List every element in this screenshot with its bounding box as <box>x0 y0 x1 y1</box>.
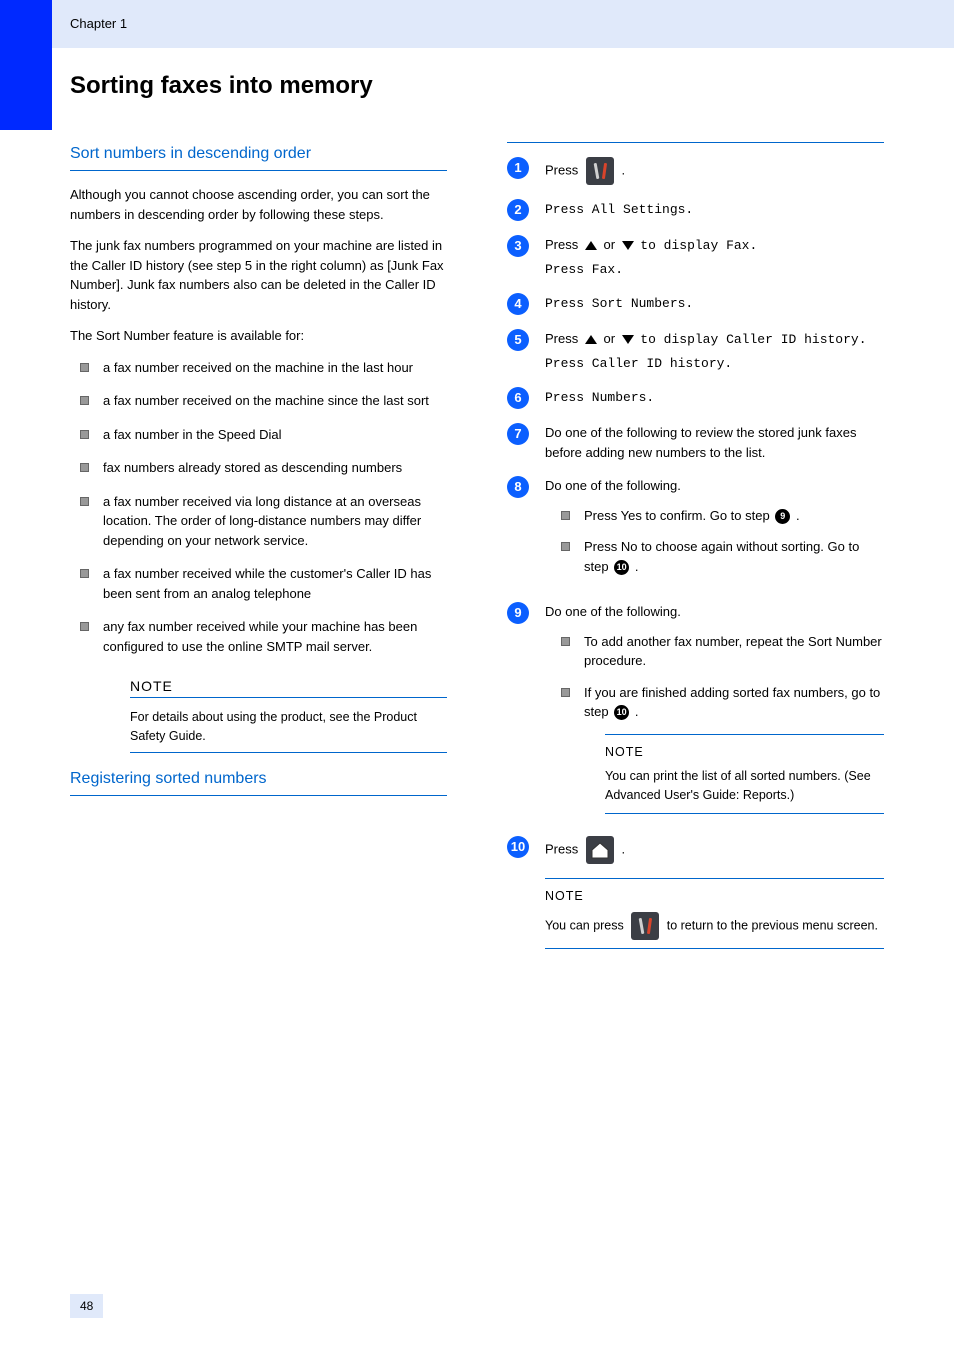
intro-heading: Sort numbers in descending order <box>70 142 447 171</box>
step-number-badge: 3 <box>507 235 529 257</box>
intro-paragraph-3: The Sort Number feature is available for… <box>70 326 447 346</box>
step-number-badge: 10 <box>507 836 529 858</box>
feature-item: fax numbers already stored as descending… <box>103 458 447 478</box>
step-item: 9 Do one of the following. To add anothe… <box>507 602 884 822</box>
note-body: You can print the list of all sorted num… <box>605 767 884 805</box>
step-item: 1 Press . <box>507 157 884 185</box>
registering-heading: Registering sorted numbers <box>70 767 447 796</box>
step-number-badge: 9 <box>507 602 529 624</box>
feature-item: a fax number received via long distance … <box>103 492 447 551</box>
step-text: Press Sort Numbers. <box>545 296 693 311</box>
bullet-icon <box>80 463 89 472</box>
step-text: or <box>603 331 618 346</box>
bullet-icon <box>80 497 89 506</box>
sub-text: . <box>796 508 800 523</box>
step-item: 5 Press or to display Caller ID history.… <box>507 329 884 373</box>
note-label: NOTE <box>605 743 884 762</box>
step-number-badge: 5 <box>507 329 529 351</box>
step-item: 3 Press or to display Fax. Press Fax. <box>507 235 884 279</box>
step-number-badge: 6 <box>507 387 529 409</box>
step-number-badge: 7 <box>507 423 529 445</box>
sub-step-text: If you are finished adding sorted fax nu… <box>584 683 884 722</box>
up-arrow-icon <box>585 241 597 250</box>
step-item: 10 Press . NOTE You can pres <box>507 836 884 957</box>
step-ref-badge: 10 <box>614 560 629 575</box>
right-column: 1 Press . 2 Press All Settings. 3 <box>507 132 884 971</box>
feature-item: a fax number received on the machine sin… <box>103 391 447 411</box>
feature-item: any fax number received while your machi… <box>103 617 447 656</box>
sub-text: . <box>635 704 639 719</box>
bullet-icon <box>80 363 89 372</box>
feature-item: a fax number in the Speed Dial <box>103 425 447 445</box>
step-text: to display Caller ID history. <box>640 332 866 347</box>
note-body: You can press to return to the previous … <box>545 912 884 940</box>
bullet-icon <box>80 622 89 631</box>
tools-icon <box>586 157 614 185</box>
step-item: 6 Press Numbers. <box>507 387 884 409</box>
section-title: Sorting faxes into memory <box>70 68 884 104</box>
down-arrow-icon <box>622 241 634 250</box>
step-extra: Press Fax. <box>545 260 884 280</box>
header-bar: Chapter 1 <box>0 0 954 48</box>
home-icon <box>586 836 614 864</box>
chapter-label: Chapter 1 <box>70 14 127 34</box>
bullet-icon <box>80 430 89 439</box>
feature-item: a fax number received on the machine in … <box>103 358 447 378</box>
bullet-icon <box>561 542 570 551</box>
sub-step-text: To add another fax number, repeat the So… <box>584 632 884 671</box>
bullet-icon <box>561 688 570 697</box>
bullet-icon <box>80 396 89 405</box>
intro-paragraph-2: The junk fax numbers programmed on your … <box>70 236 447 314</box>
step-text: . <box>621 841 625 856</box>
up-arrow-icon <box>585 335 597 344</box>
down-arrow-icon <box>622 335 634 344</box>
step-text: . <box>621 162 625 177</box>
bullet-icon <box>80 569 89 578</box>
step-item: 4 Press Sort Numbers. <box>507 293 884 315</box>
step-item: 8 Do one of the following. Press Yes to … <box>507 476 884 588</box>
step-text: Press <box>545 841 582 856</box>
note-text: to return to the previous menu screen. <box>667 918 878 932</box>
step-item: 2 Press All Settings. <box>507 199 884 221</box>
sub-step-text: Press Yes to confirm. Go to step 9 . <box>584 506 884 526</box>
step-text: Press Numbers. <box>545 390 654 405</box>
step-number-badge: 1 <box>507 157 529 179</box>
step-ref-badge: 10 <box>614 705 629 720</box>
step-text: Press All Settings. <box>545 202 693 217</box>
step-extra: Press Caller ID history. <box>545 354 884 374</box>
note-label: NOTE <box>545 887 884 906</box>
step-text: to display Fax. <box>640 238 757 253</box>
sub-text: . <box>635 559 639 574</box>
sub-text: Press Yes to confirm. Go to step <box>584 508 773 523</box>
step-number-badge: 2 <box>507 199 529 221</box>
step-text: Do one of the following. <box>545 478 681 493</box>
step-number-badge: 8 <box>507 476 529 498</box>
step-text: Press <box>545 331 582 346</box>
step-text: Do one of the following. <box>545 604 681 619</box>
step-ref-badge: 9 <box>775 509 790 524</box>
note-text: For details about using the product, see… <box>130 710 417 743</box>
tools-icon <box>631 912 659 940</box>
steps-list: 1 Press . 2 Press All Settings. 3 <box>507 157 884 957</box>
note-body: For details about using the product, see… <box>130 708 447 753</box>
page-number: 48 <box>70 1294 103 1318</box>
feature-list: a fax number received on the machine in … <box>80 358 447 657</box>
step-text: Do one of the following to review the st… <box>545 425 856 460</box>
chapter-tab <box>0 0 52 130</box>
note-text: You can press <box>545 918 627 932</box>
step-text: Press <box>545 162 582 177</box>
left-column: Sort numbers in descending order Althoug… <box>70 132 447 971</box>
step-item: 7 Do one of the following to review the … <box>507 423 884 462</box>
sub-step-text: Press No to choose again without sorting… <box>584 537 884 576</box>
intro-paragraph-1: Although you cannot choose ascending ord… <box>70 185 447 224</box>
step-text: or <box>603 237 618 252</box>
bullet-icon <box>561 511 570 520</box>
feature-item: a fax number received while the customer… <box>103 564 447 603</box>
step-text: Press <box>545 237 582 252</box>
step-number-badge: 4 <box>507 293 529 315</box>
bullet-icon <box>561 637 570 646</box>
note-label: NOTE <box>130 676 447 698</box>
